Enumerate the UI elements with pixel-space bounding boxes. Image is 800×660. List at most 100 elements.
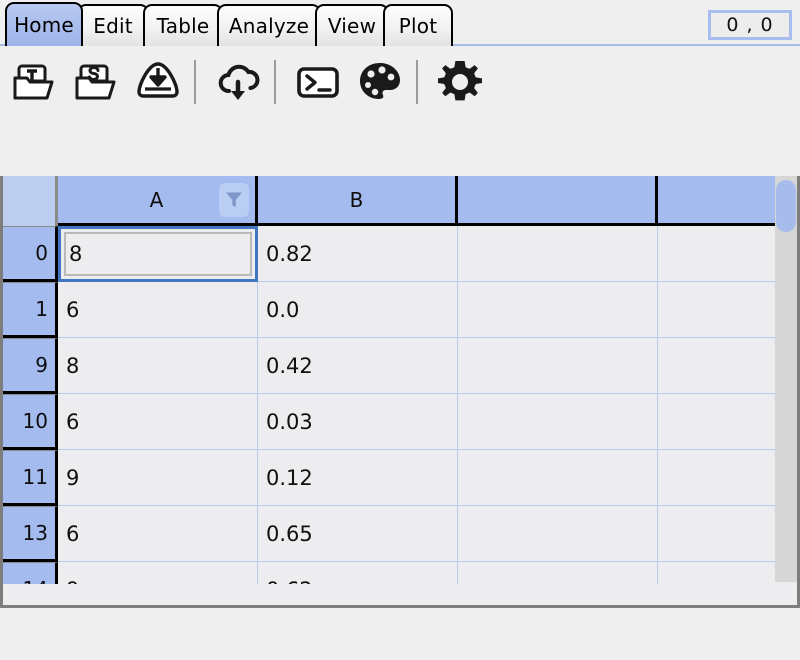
grid-cell[interactable]	[458, 282, 658, 338]
table-row: 1 6 0.0	[3, 282, 797, 338]
grid-column-header-row: AB	[3, 176, 797, 226]
grid-cell[interactable]: 0.03	[258, 394, 458, 450]
coordinate-readout: 0 , 0	[708, 10, 792, 40]
ribbon-tab-view[interactable]: View	[315, 4, 389, 46]
grid-cell[interactable]: 0.62	[258, 562, 458, 584]
row-header[interactable]: 11	[3, 450, 58, 506]
row-header[interactable]: 14	[3, 562, 58, 584]
cell-value: 0.12	[266, 465, 313, 490]
column-header-b[interactable]: B	[258, 176, 458, 226]
cloud-download-icon	[214, 58, 262, 106]
import-data-icon	[134, 58, 182, 106]
ribbon-tab-analyze[interactable]: Analyze	[217, 4, 321, 46]
grid-cell[interactable]: 9	[58, 450, 258, 506]
status-strip	[0, 608, 800, 660]
cell-value: 8	[69, 242, 83, 266]
grid-cell[interactable]: 0.12	[258, 450, 458, 506]
grid-cell[interactable]: 0.65	[258, 506, 458, 562]
open-text-file-icon	[10, 58, 58, 106]
grid-cell[interactable]	[458, 394, 658, 450]
column-header-label: B	[349, 187, 364, 212]
row-header[interactable]: 1	[3, 282, 58, 338]
grid-cell[interactable]	[458, 506, 658, 562]
grid-cell[interactable]: 0.82	[258, 226, 458, 282]
cell-focus-ring	[64, 232, 252, 276]
row-header-label: 13	[22, 521, 48, 545]
table-row: 10 6 0.03	[3, 394, 797, 450]
cloud-download-button[interactable]	[210, 54, 266, 110]
row-header[interactable]: 10	[3, 394, 58, 450]
cell-value: 8	[66, 353, 80, 378]
row-header[interactable]: 0	[3, 226, 58, 282]
row-header[interactable]: 9	[3, 338, 58, 394]
ribbon-tab-plot[interactable]: Plot	[383, 4, 453, 46]
spreadsheet-app-window: Home Edit Table Analyze View Plot 0 , 0	[0, 0, 800, 660]
sheet-tab-bar: sheet +	[0, 122, 800, 298]
open-text-file-button[interactable]	[6, 54, 62, 110]
settings-button[interactable]	[432, 54, 488, 110]
grid-cell[interactable]	[458, 450, 658, 506]
toolbar-separator	[274, 60, 276, 104]
row-header[interactable]: 13	[3, 506, 58, 562]
grid-cell[interactable]: 6	[58, 506, 258, 562]
column-header-a[interactable]: A	[58, 176, 258, 226]
table-row: 0 8 0.82	[3, 226, 797, 282]
ribbon-tab-label: Home	[14, 13, 74, 37]
grid-cell[interactable]	[458, 338, 658, 394]
toolbar-separator	[416, 60, 418, 104]
table-row: 14 9 0.62	[3, 562, 797, 584]
coordinate-readout-text: 0 , 0	[726, 14, 774, 36]
grid-cell[interactable]: 8	[58, 338, 258, 394]
cell-value: 6	[66, 297, 80, 322]
grid-cell[interactable]	[458, 562, 658, 584]
row-header-label: 0	[35, 241, 48, 265]
row-header-label: 10	[22, 409, 48, 433]
grid-cell[interactable]: 0.42	[258, 338, 458, 394]
grid-cell[interactable]: 6	[58, 394, 258, 450]
terminal-icon	[294, 58, 342, 106]
vertical-scrollbar-thumb[interactable]	[776, 180, 796, 232]
cell-value: 9	[66, 578, 79, 585]
grid-corner-cell[interactable]	[3, 176, 58, 226]
import-data-button[interactable]	[130, 54, 186, 110]
ribbon-tab-label: Analyze	[228, 14, 310, 38]
palette-button[interactable]	[352, 54, 408, 110]
spreadsheet-grid: AB 0 8 0.82 1 6 0.0 9 8 0.42 10 6 0.03 11 9 0.12 13 6 0.6…	[0, 176, 800, 608]
cell-value: 6	[66, 521, 80, 546]
grid-cell-selected[interactable]: 8	[58, 226, 258, 282]
cell-value: 0.42	[266, 353, 313, 378]
row-header-label: 1	[35, 297, 48, 321]
cell-value: 6	[66, 409, 80, 434]
terminal-button[interactable]	[290, 54, 346, 110]
ribbon-tab-home[interactable]: Home	[5, 2, 83, 46]
cell-value: 0.65	[266, 521, 313, 546]
ribbon-tab-table[interactable]: Table	[143, 4, 223, 46]
ribbon-tab-edit[interactable]: Edit	[77, 4, 149, 46]
vertical-scrollbar[interactable]	[775, 176, 797, 582]
ribbon-tab-bar: Home Edit Table Analyze View Plot 0 , 0	[0, 0, 800, 46]
grid-cell[interactable]	[458, 226, 658, 282]
cell-value: 9	[66, 465, 80, 490]
grid-cell[interactable]: 6	[58, 282, 258, 338]
column-header-3[interactable]	[458, 176, 658, 226]
grid-body: 080.82160.0980.421060.031190.121360.6514…	[3, 226, 797, 584]
table-row: 13 6 0.65	[3, 506, 797, 562]
grid-cell[interactable]: 9	[58, 562, 258, 584]
palette-icon	[356, 58, 404, 106]
row-header-label: 14	[23, 577, 48, 584]
table-row: 9 8 0.42	[3, 338, 797, 394]
column-header-label: A	[149, 187, 164, 212]
cell-value: 0.62	[266, 578, 313, 585]
ribbon-tab-label: Plot	[398, 14, 438, 38]
grid-cell[interactable]: 0.0	[258, 282, 458, 338]
toolbar-separator	[194, 60, 196, 104]
ribbon-tab-label: View	[327, 14, 377, 38]
column-filter-button[interactable]	[219, 182, 249, 217]
filter-icon	[226, 192, 242, 207]
row-header-label: 11	[22, 465, 48, 489]
main-toolbar	[0, 46, 800, 118]
open-spreadsheet-file-button[interactable]	[68, 54, 124, 110]
open-spreadsheet-file-icon	[72, 58, 120, 106]
ribbon-tab-label: Edit	[93, 14, 133, 38]
cell-value: 0.03	[266, 409, 313, 434]
